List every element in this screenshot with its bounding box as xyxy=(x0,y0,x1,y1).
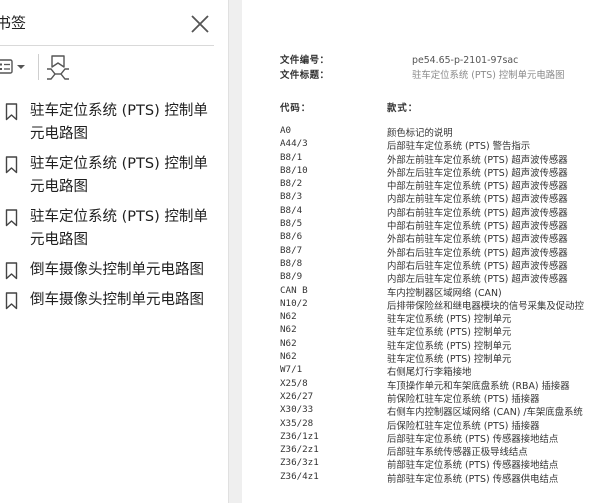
doc-number-value: pe54.65-p-2101-97sac xyxy=(412,55,519,66)
component-description: 后部驻车定位系统 (PTS) 传感器接地结点 xyxy=(387,433,559,445)
component-code: N62 xyxy=(280,337,297,349)
component-code: B8/3 xyxy=(280,191,303,203)
find-bookmark-icon xyxy=(47,55,69,80)
component-description: 驻车定位系统 (PTS) 控制单元 xyxy=(387,314,512,326)
component-description: 中部左前驻车定位系统 (PTS) 超声波传感器 xyxy=(387,181,568,193)
close-icon xyxy=(191,15,209,33)
component-code: A44/3 xyxy=(280,138,308,150)
component-description: 驻车定位系统 (PTS) 控制单元 xyxy=(387,340,512,352)
component-code: X26/27 xyxy=(280,390,314,402)
component-description: 车顶操作单元和车架底盘系统 (RBA) 插接器 xyxy=(387,380,570,392)
component-description: 后部驻车定位系统 (PTS) 警告指示 xyxy=(387,141,531,153)
doc-title-label: 文件标题： xyxy=(280,70,330,81)
doc-number-label: 文件编号： xyxy=(280,55,330,66)
component-code: B8/4 xyxy=(280,204,303,216)
component-code: N62 xyxy=(280,351,297,363)
bookmark-options-button[interactable] xyxy=(0,55,30,79)
component-description: 后部驻车系统传感器正极导线结点 xyxy=(387,447,528,459)
component-description: 驻车定位系统 (PTS) 控制单元 xyxy=(387,354,512,366)
document-page: 文件编号： pe54.65-p-2101-97sac 文件标题： 驻车定位系统 (P… xyxy=(242,0,603,503)
component-description: 前部驻车定位系统 (PTS) 传感器供电结点 xyxy=(387,473,559,485)
bookmark-item[interactable]: 倒车摄像头控制单元电路图 xyxy=(0,289,226,312)
codes-heading: 代码： xyxy=(280,103,312,114)
bookmarks-panel: 书签 驻车定位系统 (PTS) 控制单元电路图 驻车定位系统 (PTS) 控制单… xyxy=(0,0,228,503)
component-code: X25/8 xyxy=(280,377,308,389)
component-description: 外部右后驻车定位系统 (PTS) 超声波传感器 xyxy=(387,247,568,259)
types-heading: 款式： xyxy=(387,103,419,114)
toolbar-divider xyxy=(38,54,39,80)
bookmark-item[interactable]: 驻车定位系统 (PTS) 控制单元电路图 xyxy=(0,100,226,146)
component-code: Z36/2z1 xyxy=(280,444,319,456)
component-code: Z36/3z1 xyxy=(280,457,319,469)
component-description: 内部右后驻车定位系统 (PTS) 超声波传感器 xyxy=(387,260,568,272)
component-description: 内部左后驻车定位系统 (PTS) 超声波传感器 xyxy=(387,274,568,286)
component-code: B8/1 xyxy=(280,151,303,163)
component-description: 右侧车内控制器区域网络 (CAN) /车架底盘系统 xyxy=(387,407,583,419)
component-code: CAN B xyxy=(280,284,308,296)
doc-title-row: 文件标题： 驻车定位系统 (PTS) 控制单元电路图 xyxy=(280,67,564,81)
bookmark-item[interactable]: 驻车定位系统 (PTS) 控制单元电路图 xyxy=(0,206,226,252)
component-code: B8/2 xyxy=(280,178,303,190)
component-code: W7/1 xyxy=(280,364,303,376)
component-description: 颜色标记的说明 xyxy=(387,128,453,139)
component-description: 右侧尾灯行李箱接地 xyxy=(387,367,472,379)
component-code: B8/9 xyxy=(280,271,303,283)
bookmark-label: 驻车定位系统 (PTS) 控制单元电路图 xyxy=(30,156,208,195)
bookmark-list: 驻车定位系统 (PTS) 控制单元电路图 驻车定位系统 (PTS) 控制单元电路… xyxy=(0,100,226,319)
panel-splitter[interactable] xyxy=(228,0,242,503)
doc-title-value: 驻车定位系统 (PTS) 控制单元电路图 xyxy=(412,70,565,81)
bookmark-item[interactable]: 驻车定位系统 (PTS) 控制单元电路图 xyxy=(0,153,226,199)
component-description: 内部左前驻车定位系统 (PTS) 超声波传感器 xyxy=(387,194,568,206)
component-code: B8/5 xyxy=(280,218,303,230)
find-current-bookmark-button[interactable] xyxy=(44,53,72,81)
component-code: X35/28 xyxy=(280,417,314,429)
bookmark-icon xyxy=(5,262,18,280)
bookmark-icon xyxy=(5,103,18,121)
bookmark-label: 倒车摄像头控制单元电路图 xyxy=(30,292,204,308)
component-code: N10/2 xyxy=(280,297,308,309)
panel-divider xyxy=(0,45,214,46)
bookmark-label: 倒车摄像头控制单元电路图 xyxy=(30,262,204,278)
component-code: X30/33 xyxy=(280,404,314,416)
component-code: Z36/4z1 xyxy=(280,470,319,482)
component-description: 后保险杠驻车定位系统 (PTS) 插接器 xyxy=(387,420,540,432)
options-menu-icon xyxy=(0,59,25,74)
component-description: 驻车定位系统 (PTS) 控制单元 xyxy=(387,327,512,339)
component-code: B8/7 xyxy=(280,244,303,256)
component-code: B8/8 xyxy=(280,257,303,269)
bookmark-icon xyxy=(5,209,18,227)
bookmark-label: 驻车定位系统 (PTS) 控制单元电路图 xyxy=(30,103,208,142)
component-code: N62 xyxy=(280,324,297,336)
component-code: B8/10 xyxy=(280,164,308,176)
component-description: 外部左后驻车定位系统 (PTS) 超声波传感器 xyxy=(387,167,568,179)
component-description: 前保险杠驻车定位系统 (PTS) 插接器 xyxy=(387,393,540,405)
component-description: 外部左前驻车定位系统 (PTS) 超声波传感器 xyxy=(387,154,568,166)
component-description: 后排带保险丝和继电器模块的信号采集及促动控 xyxy=(387,300,584,312)
bookmark-item[interactable]: 倒车摄像头控制单元电路图 xyxy=(0,259,226,282)
component-description: 中部右前驻车定位系统 (PTS) 超声波传感器 xyxy=(387,221,568,233)
component-description: 内部右前驻车定位系统 (PTS) 超声波传感器 xyxy=(387,207,568,219)
doc-number-row: 文件编号： pe54.65-p-2101-97sac xyxy=(280,52,518,66)
bookmark-icon xyxy=(5,156,18,174)
component-description: 车内控制器区域网络 (CAN) xyxy=(387,287,502,299)
bookmark-label: 驻车定位系统 (PTS) 控制单元电路图 xyxy=(30,209,208,248)
component-code: Z36/1z1 xyxy=(280,430,319,442)
bookmark-icon xyxy=(5,292,18,310)
close-panel-button[interactable] xyxy=(188,12,212,36)
component-code: A0 xyxy=(280,125,292,136)
component-description: 前部驻车定位系统 (PTS) 传感器接地结点 xyxy=(387,460,559,472)
component-description: 外部右前驻车定位系统 (PTS) 超声波传感器 xyxy=(387,234,568,246)
component-code: N62 xyxy=(280,311,297,323)
panel-title: 书签 xyxy=(0,14,27,32)
component-code: B8/6 xyxy=(280,231,303,243)
